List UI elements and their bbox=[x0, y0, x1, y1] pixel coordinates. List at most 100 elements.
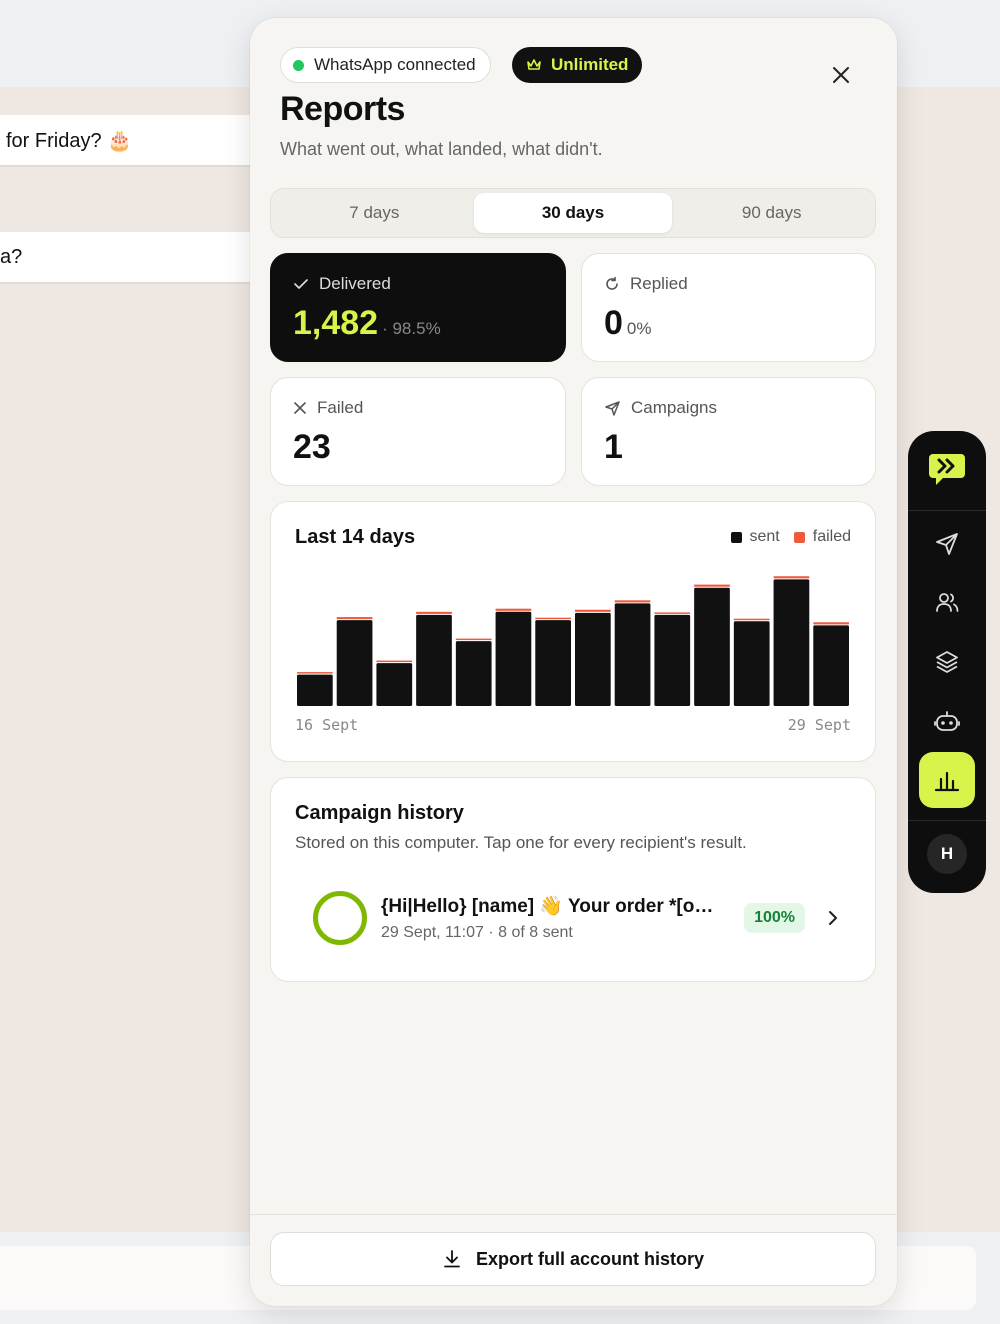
layers-icon bbox=[936, 651, 958, 673]
page-subtitle: What went out, what landed, what didn't. bbox=[280, 139, 603, 159]
progress-ring bbox=[313, 891, 367, 945]
bar-failed-1 bbox=[297, 672, 333, 674]
connection-status-label: WhatsApp connected bbox=[314, 55, 476, 74]
footer-divider bbox=[250, 1214, 897, 1215]
bar-failed-5 bbox=[455, 638, 492, 641]
avatar[interactable]: H bbox=[927, 834, 967, 874]
bar-sent-13 bbox=[773, 579, 810, 706]
bar-failed-2 bbox=[336, 617, 373, 620]
campaign-percent-badge: 100% bbox=[744, 903, 805, 933]
chart-card: Last 14 days sent failed 16 Sept 29 Sept bbox=[270, 501, 876, 762]
rail-divider bbox=[908, 820, 986, 821]
check-icon bbox=[294, 279, 308, 289]
bar-failed-11 bbox=[694, 584, 730, 587]
side-rail: H bbox=[908, 431, 986, 893]
x-axis-end-label: 29 Sept bbox=[787, 716, 851, 734]
close-button[interactable] bbox=[826, 60, 856, 90]
legend-failed: failed bbox=[793, 528, 851, 546]
replied-card: Replied 0 0% bbox=[581, 253, 876, 362]
campaigns-value: 1 bbox=[604, 428, 623, 466]
rail-send-button[interactable] bbox=[927, 524, 967, 564]
rail-templates-button[interactable] bbox=[927, 642, 967, 682]
bar-sent-12 bbox=[733, 621, 770, 706]
users-icon bbox=[936, 593, 959, 612]
chevron-right-icon bbox=[823, 910, 843, 926]
rail-contacts-button[interactable] bbox=[927, 583, 967, 623]
bar-failed-12 bbox=[733, 618, 770, 621]
history-subtitle: Stored on this computer. Tap one for eve… bbox=[295, 833, 747, 852]
bar-failed-8 bbox=[575, 609, 611, 612]
chat-message: a? bbox=[0, 232, 260, 284]
bar-failed-3 bbox=[376, 660, 413, 663]
campaign-history-card: Campaign history Stored on this computer… bbox=[270, 777, 876, 982]
chat-message: for Friday? 🎂 bbox=[0, 115, 260, 167]
failed-card: Failed 23 bbox=[270, 377, 566, 486]
app-logo-icon bbox=[925, 447, 969, 491]
bar-sent-4 bbox=[416, 614, 452, 706]
campaign-history-item[interactable]: {Hi|Hello} [name] 👋 Your order *[order_i… bbox=[295, 878, 851, 958]
x-axis-start-label: 16 Sept bbox=[295, 716, 359, 734]
rail-reports-button[interactable] bbox=[919, 752, 975, 808]
chart-title: Last 14 days bbox=[295, 526, 416, 548]
campaign-meta: 29 Sept, 11:07 · 8 of 8 sent bbox=[381, 924, 573, 941]
send-icon bbox=[936, 533, 958, 555]
rail-divider bbox=[908, 510, 986, 511]
chat-message-text: for Friday? 🎂 bbox=[6, 129, 133, 152]
reports-panel: WhatsApp connected Unlimited Reports Wha… bbox=[250, 18, 897, 1306]
delivered-rate: · 98.5% bbox=[382, 319, 441, 338]
delivered-label: Delivered bbox=[319, 274, 391, 293]
bar-chart-icon bbox=[934, 771, 960, 792]
legend-sent-swatch bbox=[730, 531, 742, 543]
plan-label: Unlimited bbox=[551, 55, 629, 74]
bar-chart bbox=[297, 576, 849, 706]
plan-badge: Unlimited bbox=[512, 47, 643, 83]
bar-sent-2 bbox=[336, 620, 373, 706]
close-icon bbox=[833, 67, 849, 83]
delivered-card: Delivered 1,482 · 98.5% bbox=[270, 253, 566, 362]
replied-value: 0 bbox=[604, 304, 623, 342]
bar-failed-6 bbox=[495, 608, 532, 611]
campaign-name: {Hi|Hello} [name] 👋 Your order *[order_i… bbox=[381, 896, 717, 917]
send-icon bbox=[605, 400, 620, 416]
bar-sent-3 bbox=[376, 663, 413, 706]
legend-failed-label: failed bbox=[812, 528, 851, 545]
bar-failed-7 bbox=[535, 617, 571, 620]
crown-icon bbox=[527, 59, 541, 70]
bar-failed-10 bbox=[654, 612, 691, 614]
legend-sent: sent bbox=[730, 528, 780, 546]
legend-sent-label: sent bbox=[749, 528, 780, 545]
replied-rate: 0% bbox=[626, 319, 652, 338]
bar-failed-4 bbox=[416, 611, 452, 614]
rail-bot-button[interactable] bbox=[927, 701, 967, 741]
failed-label: Failed bbox=[317, 398, 364, 417]
chart-legend: sent failed bbox=[730, 528, 851, 546]
bar-sent-5 bbox=[455, 641, 492, 706]
legend-failed-swatch bbox=[793, 531, 805, 543]
tab-90-days[interactable]: 90 days bbox=[672, 193, 871, 233]
failed-value: 23 bbox=[293, 428, 331, 466]
bar-sent-1 bbox=[297, 674, 333, 706]
bar-sent-6 bbox=[495, 611, 532, 706]
download-icon bbox=[444, 1250, 460, 1268]
range-tabs: 7 days 30 days 90 days bbox=[270, 188, 876, 238]
chat-message-text: a? bbox=[0, 245, 23, 268]
tab-30-days[interactable]: 30 days bbox=[473, 193, 673, 233]
bar-sent-10 bbox=[654, 614, 691, 706]
tab-7-days[interactable]: 7 days bbox=[275, 193, 474, 233]
bar-sent-11 bbox=[694, 587, 730, 706]
bar-failed-9 bbox=[614, 600, 651, 603]
bot-icon bbox=[934, 711, 960, 731]
page-title: Reports bbox=[280, 90, 405, 128]
status-dot-icon bbox=[293, 59, 304, 71]
export-history-button[interactable]: Export full account history bbox=[270, 1232, 876, 1286]
replied-label: Replied bbox=[630, 274, 688, 293]
delivered-value: 1,482 bbox=[293, 304, 379, 342]
export-label: Export full account history bbox=[475, 1248, 705, 1269]
campaigns-card: Campaigns 1 bbox=[581, 377, 876, 486]
bar-failed-14 bbox=[813, 622, 849, 625]
refresh-icon bbox=[606, 276, 618, 290]
bar-failed-13 bbox=[773, 576, 810, 579]
connection-status-badge: WhatsApp connected bbox=[280, 47, 491, 83]
bar-sent-14 bbox=[813, 625, 849, 706]
bar-sent-7 bbox=[535, 620, 571, 706]
